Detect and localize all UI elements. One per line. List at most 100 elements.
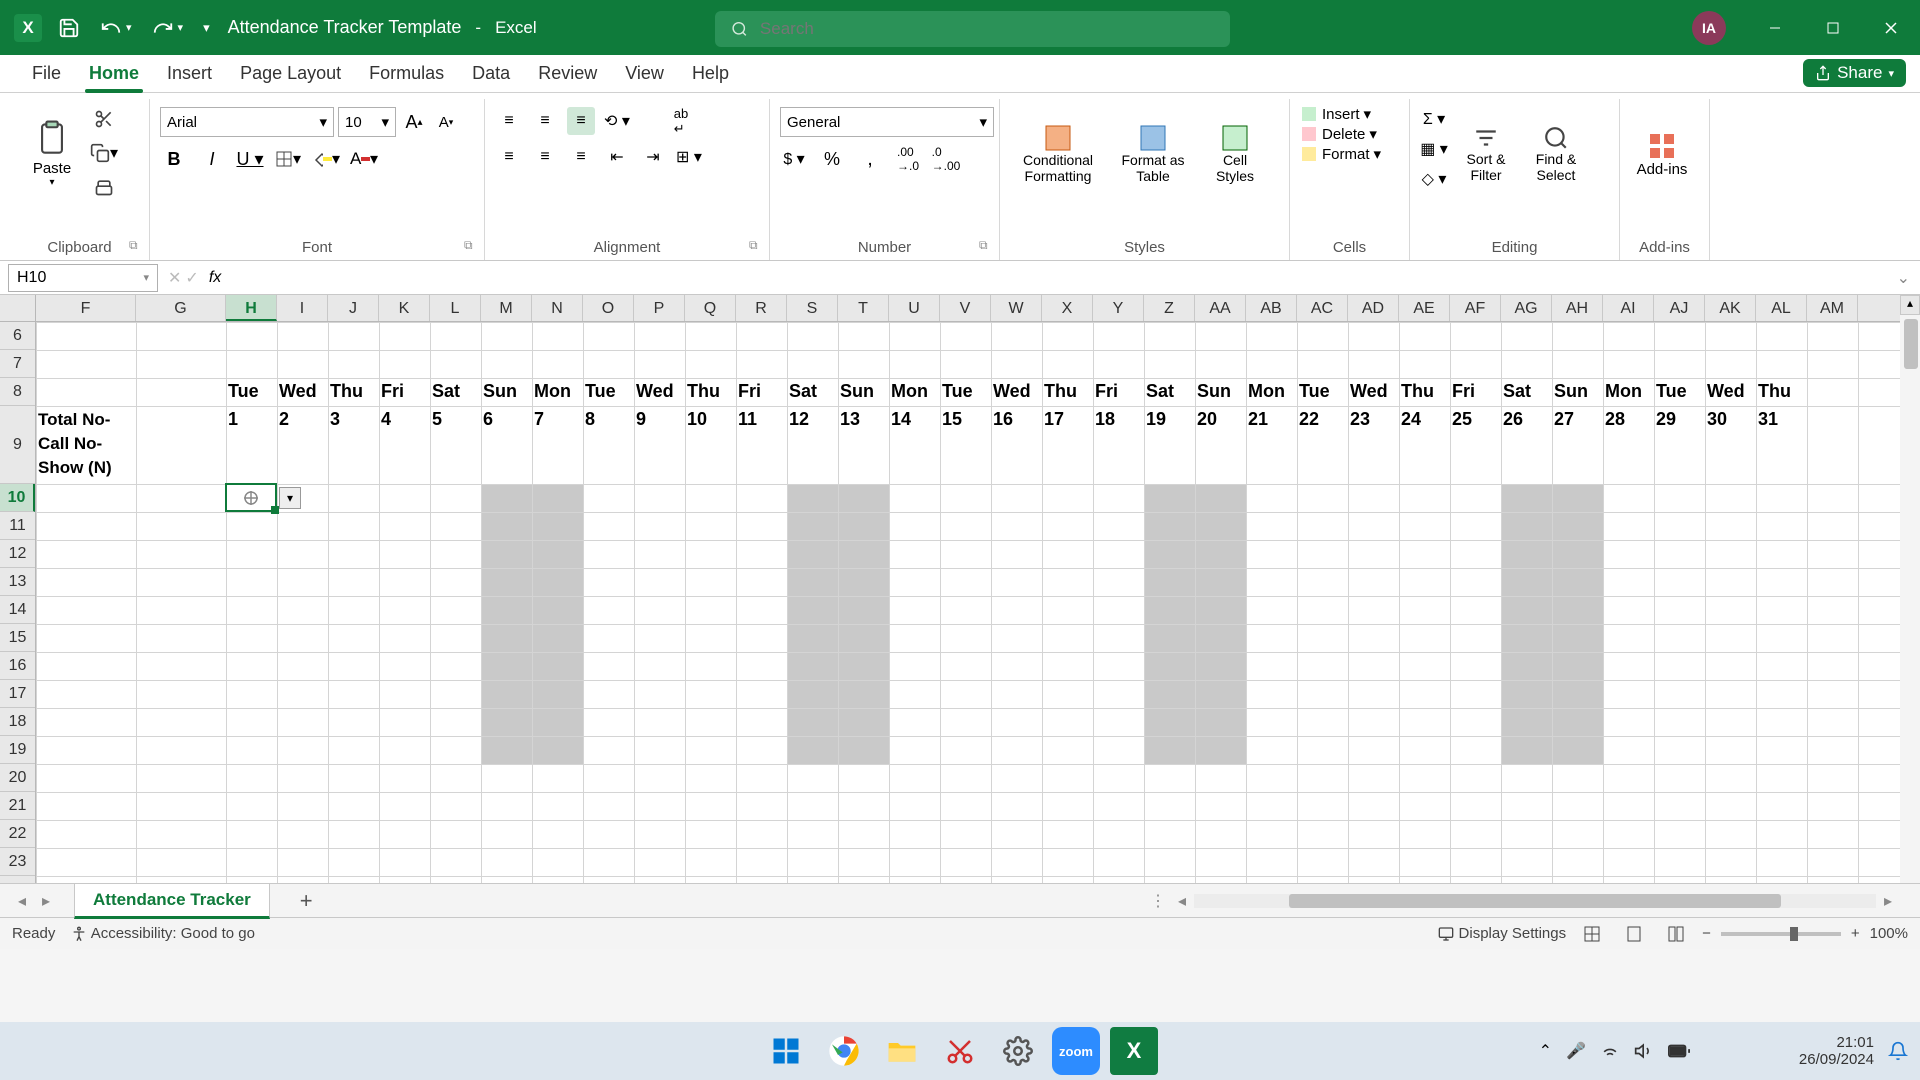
share-button[interactable]: Share ▾ <box>1803 59 1906 87</box>
tab-help[interactable]: Help <box>678 55 743 92</box>
column-header-U[interactable]: U <box>889 295 940 321</box>
wifi-icon[interactable] <box>1600 1041 1620 1061</box>
borders-button[interactable]: ▾ <box>274 145 302 173</box>
find-select-button[interactable]: Find & Select <box>1524 99 1588 209</box>
tab-insert[interactable]: Insert <box>153 55 226 92</box>
column-header-J[interactable]: J <box>328 295 379 321</box>
alignment-launcher-icon[interactable]: ⧉ <box>749 238 765 254</box>
column-header-H[interactable]: H <box>226 295 277 321</box>
row-header-14[interactable]: 14 <box>0 596 35 624</box>
column-header-W[interactable]: W <box>991 295 1042 321</box>
row-header-20[interactable]: 20 <box>0 764 35 792</box>
tab-page-layout[interactable]: Page Layout <box>226 55 355 92</box>
horizontal-scrollbar[interactable] <box>1194 894 1876 908</box>
save-icon[interactable] <box>54 13 84 43</box>
maximize-button[interactable] <box>1804 0 1862 55</box>
column-header-AA[interactable]: AA <box>1195 295 1246 321</box>
decrease-font-button[interactable]: A▾ <box>432 108 460 136</box>
accessibility-status[interactable]: Accessibility: Good to go <box>71 925 255 942</box>
font-size-dropdown[interactable]: 10▾ <box>338 107 396 137</box>
tab-formulas[interactable]: Formulas <box>355 55 458 92</box>
battery-icon[interactable] <box>1668 1044 1690 1058</box>
clear-button[interactable]: ◇ ▾ <box>1420 165 1448 193</box>
insert-cells-button[interactable]: Insert ▾ <box>1300 105 1371 123</box>
align-bottom-button[interactable]: ≡ <box>567 107 595 135</box>
hscroll-left[interactable]: ◂ <box>1170 891 1194 911</box>
underline-button[interactable]: U ▾ <box>236 145 264 173</box>
column-header-AI[interactable]: AI <box>1603 295 1654 321</box>
column-header-Z[interactable]: Z <box>1144 295 1195 321</box>
display-settings-button[interactable]: Display Settings <box>1438 925 1566 942</box>
row-header-16[interactable]: 16 <box>0 652 35 680</box>
cells-area[interactable]: Total No-Call No-Show (N) ▾ Tue1Wed2Thu3… <box>36 322 1900 883</box>
paste-button[interactable]: Paste ▾ <box>20 99 84 209</box>
zoom-thumb[interactable] <box>1790 927 1798 941</box>
number-format-dropdown[interactable]: General▾ <box>780 107 994 137</box>
bold-button[interactable]: B <box>160 145 188 173</box>
column-header-AF[interactable]: AF <box>1450 295 1501 321</box>
font-color-button[interactable]: A ▾ <box>350 145 378 173</box>
decrease-decimal-button[interactable]: .0→.00 <box>932 145 960 173</box>
hscroll-right[interactable]: ▸ <box>1876 891 1900 911</box>
align-right-button[interactable]: ≡ <box>567 143 595 171</box>
merge-center-button[interactable]: ⊞ ▾ <box>675 143 703 171</box>
tab-home[interactable]: Home <box>75 55 153 92</box>
formula-input[interactable] <box>229 264 1896 292</box>
search-input[interactable] <box>760 19 1214 39</box>
row-header-13[interactable]: 13 <box>0 568 35 596</box>
column-header-T[interactable]: T <box>838 295 889 321</box>
column-header-X[interactable]: X <box>1042 295 1093 321</box>
column-header-AG[interactable]: AG <box>1501 295 1552 321</box>
row-header-12[interactable]: 12 <box>0 540 35 568</box>
snipping-tool-icon[interactable] <box>936 1027 984 1075</box>
row-header-23[interactable]: 23 <box>0 848 35 876</box>
tray-overflow-icon[interactable]: ⌃ <box>1539 1041 1552 1061</box>
system-clock[interactable]: 21:01 26/09/2024 <box>1799 1034 1874 1068</box>
row-header-11[interactable]: 11 <box>0 512 35 540</box>
conditional-formatting-button[interactable]: Conditional Formatting <box>1010 99 1106 209</box>
column-header-I[interactable]: I <box>277 295 328 321</box>
new-sheet-button[interactable]: + <box>300 888 313 914</box>
excel-taskbar-icon[interactable]: X <box>1110 1027 1158 1075</box>
row-header-19[interactable]: 19 <box>0 736 35 764</box>
row-header-7[interactable]: 7 <box>0 350 35 378</box>
font-name-dropdown[interactable]: Arial▾ <box>160 107 334 137</box>
column-header-AD[interactable]: AD <box>1348 295 1399 321</box>
row-header-22[interactable]: 22 <box>0 820 35 848</box>
column-header-AJ[interactable]: AJ <box>1654 295 1705 321</box>
column-header-G[interactable]: G <box>136 295 226 321</box>
normal-view-button[interactable] <box>1576 922 1608 946</box>
sort-filter-button[interactable]: Sort & Filter <box>1454 99 1518 209</box>
fill-button[interactable]: ▦ ▾ <box>1420 135 1448 163</box>
format-as-table-button[interactable]: Format as Table <box>1108 99 1198 209</box>
decrease-indent-button[interactable]: ⇤ <box>603 143 631 171</box>
file-explorer-icon[interactable] <box>878 1027 926 1075</box>
cell-styles-button[interactable]: Cell Styles <box>1200 99 1270 209</box>
scroll-up-button[interactable]: ▴ <box>1900 295 1920 315</box>
cut-button[interactable] <box>90 105 118 133</box>
row-header-18[interactable]: 18 <box>0 708 35 736</box>
column-header-AB[interactable]: AB <box>1246 295 1297 321</box>
chrome-icon[interactable] <box>820 1027 868 1075</box>
zoom-in-button[interactable]: + <box>1851 925 1860 942</box>
row-header-6[interactable]: 6 <box>0 322 35 350</box>
spreadsheet-grid[interactable]: FGHIJKLMNOPQRSTUVWXYZAAABACADAEAFAGAHAIA… <box>0 295 1920 883</box>
column-header-S[interactable]: S <box>787 295 838 321</box>
horizontal-scroll-thumb[interactable] <box>1289 894 1780 908</box>
font-launcher-icon[interactable]: ⧉ <box>464 238 480 254</box>
zoom-app-icon[interactable]: zoom <box>1052 1027 1100 1075</box>
zoom-level[interactable]: 100% <box>1870 925 1908 942</box>
column-header-K[interactable]: K <box>379 295 430 321</box>
align-top-button[interactable]: ≡ <box>495 107 523 135</box>
settings-icon[interactable] <box>994 1027 1042 1075</box>
volume-icon[interactable] <box>1634 1041 1654 1061</box>
active-cell[interactable] <box>225 483 277 512</box>
page-break-view-button[interactable] <box>1660 922 1692 946</box>
search-box[interactable] <box>715 11 1230 47</box>
row-header-8[interactable]: 8 <box>0 378 35 406</box>
sheet-tab-active[interactable]: Attendance Tracker <box>74 883 270 919</box>
fill-color-button[interactable]: ▾ <box>312 145 340 173</box>
redo-button[interactable]: ▾ <box>148 13 188 43</box>
tab-review[interactable]: Review <box>524 55 611 92</box>
delete-cells-button[interactable]: Delete ▾ <box>1300 125 1377 143</box>
